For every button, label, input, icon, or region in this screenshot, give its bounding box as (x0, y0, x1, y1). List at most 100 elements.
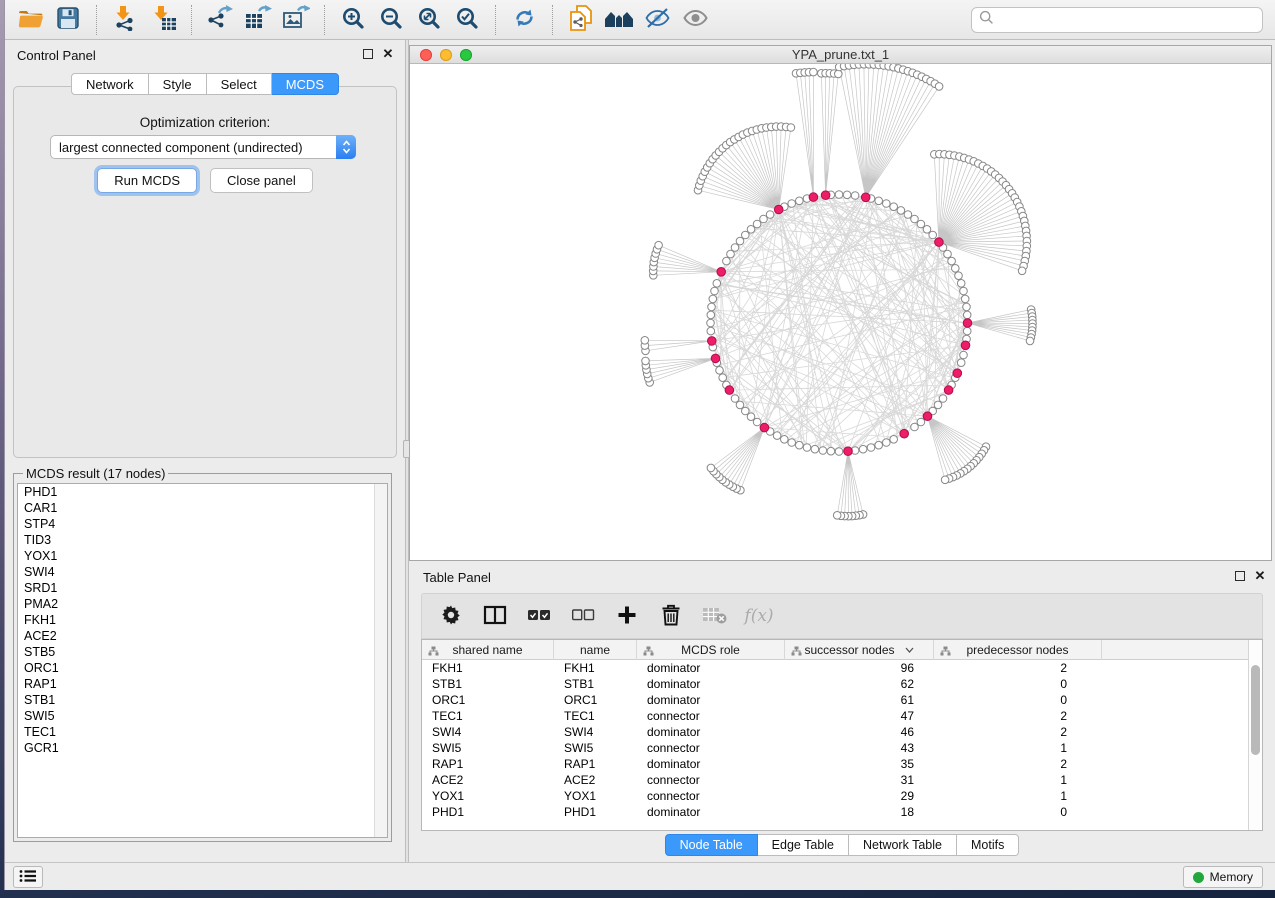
run-mcds-button[interactable]: Run MCDS (97, 168, 197, 193)
mcds-result-item[interactable]: ORC1 (18, 660, 387, 676)
fx-icon: f(x) (744, 606, 773, 626)
column-header-successor-nodes[interactable]: successor nodes (785, 640, 934, 660)
export-table-button[interactable] (239, 3, 277, 37)
add-column-button[interactable] (612, 601, 642, 631)
mcds-result-item[interactable]: STB5 (18, 644, 387, 660)
mcds-result-item[interactable]: PMA2 (18, 596, 387, 612)
import-table-icon (150, 5, 177, 34)
table-row[interactable]: SWI4SWI4dominator462 (422, 724, 1262, 740)
table-row[interactable]: SWI5SWI5connector431 (422, 740, 1262, 756)
toolbar-separator (495, 5, 496, 35)
mcds-result-item[interactable]: SRD1 (18, 580, 387, 596)
tab-mcds[interactable]: MCDS (272, 73, 339, 95)
dropdown-stepper-icon (336, 135, 356, 159)
mcds-result-item[interactable]: TEC1 (18, 724, 387, 740)
table-row[interactable]: FKH1FKH1dominator962 (422, 660, 1262, 676)
save-session-button[interactable] (49, 3, 87, 37)
table-scrollbar[interactable] (1248, 640, 1262, 830)
refresh-button[interactable] (505, 3, 543, 37)
mcds-result-item[interactable]: SWI4 (18, 564, 387, 580)
tab-style[interactable]: Style (149, 73, 207, 95)
zoom-in-button[interactable] (334, 3, 372, 37)
show-columns-button[interactable] (480, 601, 510, 631)
mcds-result-item[interactable]: TID3 (18, 532, 387, 548)
cell-name: ACE2 (554, 772, 637, 788)
open-file-button[interactable] (11, 3, 49, 37)
scrollbar-thumb[interactable] (1251, 665, 1260, 755)
table-row[interactable]: RAP1RAP1dominator352 (422, 756, 1262, 772)
column-header-shared-name[interactable]: shared name (422, 640, 554, 660)
import-table-button[interactable] (144, 3, 182, 37)
node-table: shared namenameMCDS rolesuccessor nodesp… (421, 639, 1263, 831)
close-window-icon[interactable]: ✕ (1253, 569, 1267, 583)
table-tab-motifs[interactable]: Motifs (957, 834, 1019, 856)
delete-columns-button[interactable] (656, 601, 686, 631)
search-input[interactable] (999, 10, 1262, 30)
fit-content-button[interactable] (410, 3, 448, 37)
zoom-out-button[interactable] (372, 3, 410, 37)
select-all-button[interactable] (524, 601, 554, 631)
table-tab-node-table[interactable]: Node Table (665, 834, 758, 856)
mcds-result-list[interactable]: PHD1CAR1STP4TID3YOX1SWI4SRD1PMA2FKH1ACE2… (17, 483, 388, 838)
mcds-result-item[interactable]: SWI5 (18, 708, 387, 724)
show-graphics-details-button[interactable] (676, 3, 714, 37)
float-window-icon[interactable] (1235, 571, 1245, 581)
tab-network[interactable]: Network (71, 73, 149, 95)
memory-button[interactable]: Memory (1183, 866, 1263, 888)
mcds-result-item[interactable]: STB1 (18, 692, 387, 708)
tab-select[interactable]: Select (207, 73, 272, 95)
table-row[interactable]: PHD1PHD1dominator180 (422, 804, 1262, 820)
mcds-result-item[interactable]: GCR1 (18, 740, 387, 756)
table-tabs: Node TableEdge TableNetwork TableMotifs (409, 834, 1275, 856)
hide-graphics-details-button[interactable] (638, 3, 676, 37)
column-header-MCDS-role[interactable]: MCDS role (637, 640, 785, 660)
close-panel-button[interactable]: Close panel (210, 168, 313, 193)
table-row[interactable]: TEC1TEC1connector472 (422, 708, 1262, 724)
close-window-icon[interactable]: ✕ (381, 47, 395, 61)
import-network-button[interactable] (106, 3, 144, 37)
deselect-all-button[interactable] (568, 601, 598, 631)
first-neighbors-button[interactable] (600, 3, 638, 37)
table-row[interactable]: YOX1YOX1connector291 (422, 788, 1262, 804)
list-scrollbar[interactable] (374, 484, 387, 837)
open-folder-icon (17, 6, 44, 33)
export-network-button[interactable] (201, 3, 239, 37)
mcds-result-item[interactable]: PHD1 (18, 484, 387, 500)
copy-style-button[interactable] (562, 3, 600, 37)
table-panel: Table Panel ✕ f(x) shared namenameMCDS r… (409, 565, 1275, 858)
mcds-result-item[interactable]: ACE2 (18, 628, 387, 644)
delete-table-button (700, 601, 730, 631)
cell-successor-nodes: 62 (785, 676, 934, 692)
mcds-result-item[interactable]: YOX1 (18, 548, 387, 564)
cell-predecessor-nodes: 1 (934, 740, 1102, 756)
network-canvas[interactable] (410, 64, 1271, 560)
table-row[interactable]: STB1STB1dominator620 (422, 676, 1262, 692)
float-window-icon[interactable] (363, 49, 373, 59)
table-tab-network-table[interactable]: Network Table (849, 834, 957, 856)
export-image-button[interactable] (277, 3, 315, 37)
table-options-button[interactable] (436, 601, 466, 631)
toolbar-separator (324, 5, 325, 35)
panel-selector-button[interactable] (13, 866, 43, 888)
sort-chevron-icon (905, 647, 914, 653)
mcds-result-item[interactable]: STP4 (18, 516, 387, 532)
table-tab-edge-table[interactable]: Edge Table (758, 834, 849, 856)
table-row[interactable]: ACE2ACE2connector311 (422, 772, 1262, 788)
control-panel-title: Control Panel (17, 48, 96, 63)
status-bar: Memory (5, 862, 1275, 890)
column-header-predecessor-nodes[interactable]: predecessor nodes (934, 640, 1102, 660)
table-row[interactable]: ORC1ORC1dominator610 (422, 692, 1262, 708)
cell-predecessor-nodes: 0 (934, 804, 1102, 820)
mcds-result-item[interactable]: RAP1 (18, 676, 387, 692)
mcds-result-item[interactable]: CAR1 (18, 500, 387, 516)
mcds-result-item[interactable]: FKH1 (18, 612, 387, 628)
zoom-selected-icon (455, 6, 479, 33)
toolbar-separator (96, 5, 97, 35)
control-panel: Control Panel ✕ NetworkStyleSelectMCDS O… (5, 40, 405, 862)
delete-table-icon (702, 605, 728, 628)
column-header-name[interactable]: name (554, 640, 637, 660)
optimization-criterion-label: Optimization criterion: (14, 115, 396, 130)
copy-document-icon (568, 4, 594, 35)
zoom-selected-button[interactable] (448, 3, 486, 37)
optimization-criterion-select[interactable]: largest connected component (undirected) (50, 135, 356, 159)
